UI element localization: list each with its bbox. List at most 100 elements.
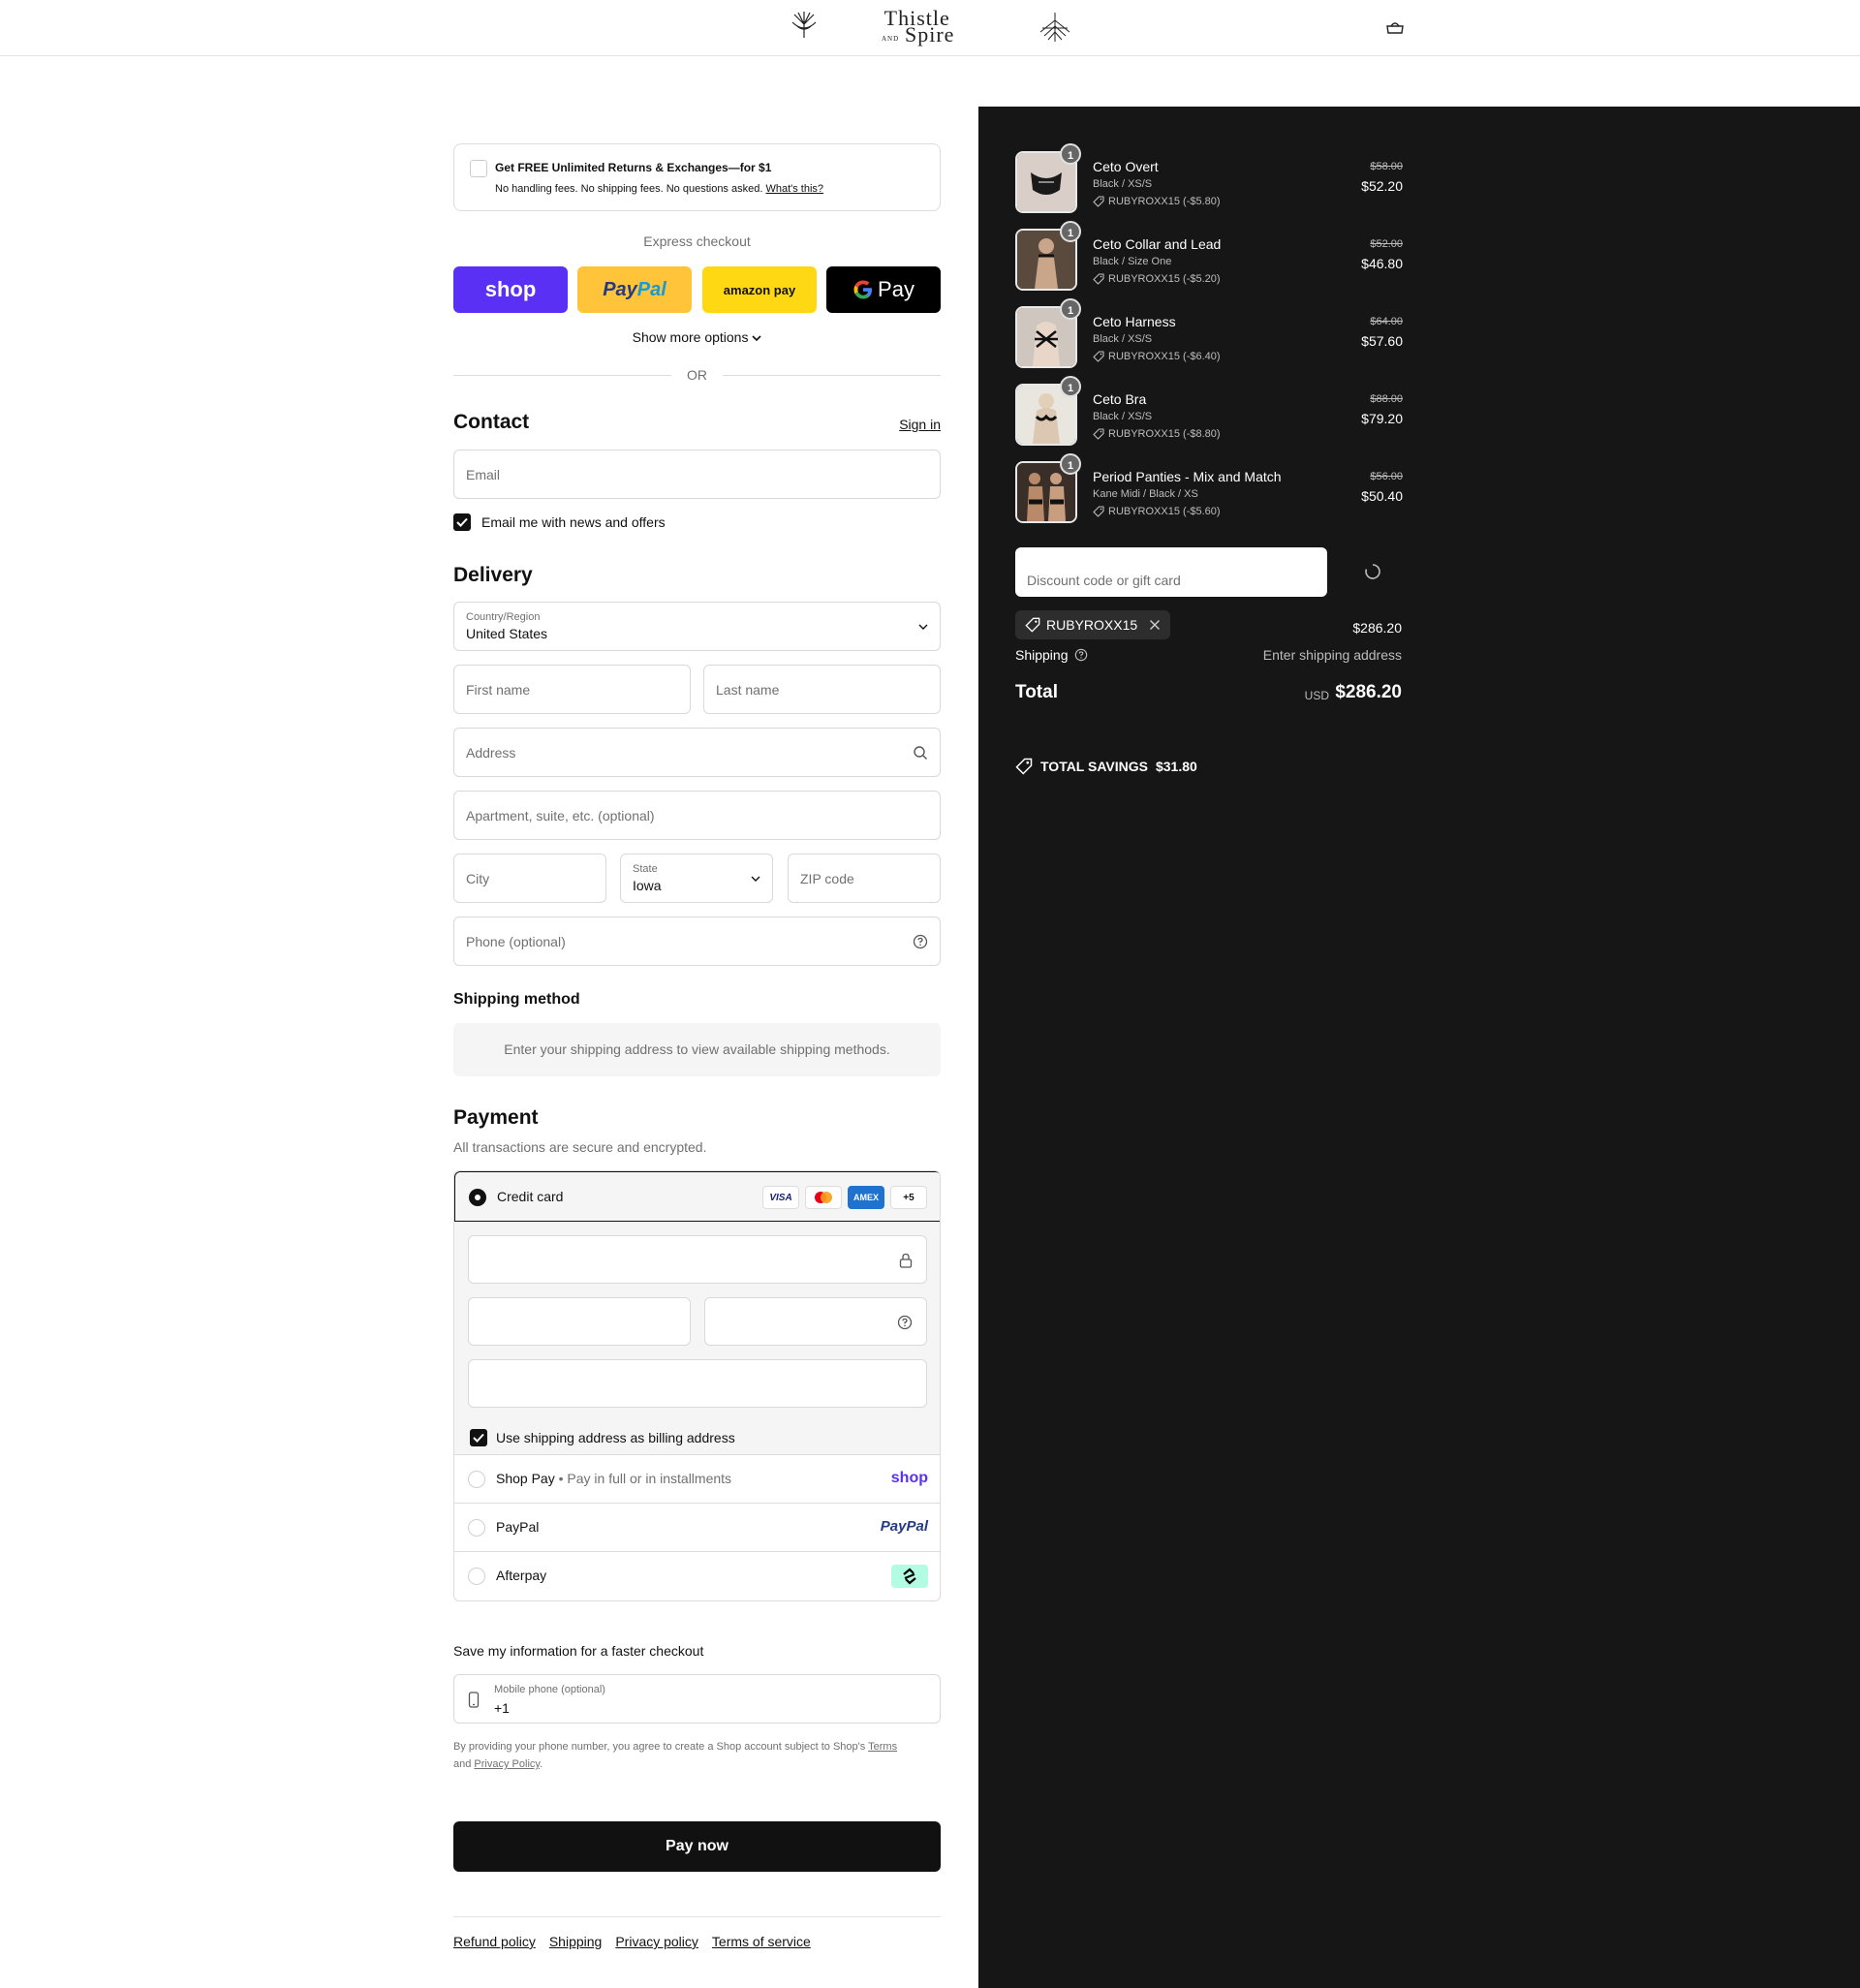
- product-variant: Black / XS/S: [1093, 333, 1153, 345]
- quantity-badge: 1: [1060, 376, 1081, 397]
- security-code-field[interactable]: [704, 1297, 927, 1346]
- discounted-price: $52.20: [1361, 178, 1403, 194]
- terms-link[interactable]: Terms: [868, 1741, 897, 1753]
- amex-label: AMEX: [852, 1193, 879, 1202]
- shop-pay-label: Shop Pay • Pay in full or in installment…: [496, 1471, 731, 1486]
- amazon-pay-express-button[interactable]: amazon pay: [702, 266, 817, 313]
- whats-this-link[interactable]: What's this?: [765, 183, 823, 195]
- paypal-logo: PayPal: [603, 279, 666, 301]
- total-savings-value: $31.80: [1155, 759, 1197, 774]
- show-more-options[interactable]: Show more options: [453, 329, 941, 345]
- total-label: Total: [1015, 682, 1058, 702]
- news-checkbox-label: Email me with news and offers: [481, 514, 666, 530]
- shipping-label: Shipping: [1015, 647, 1069, 663]
- mobile-phone-field[interactable]: Mobile phone (optional) +1: [453, 1674, 941, 1724]
- product-name: Ceto Bra: [1093, 391, 1147, 407]
- paypal-option[interactable]: PayPal PayPal: [454, 1504, 940, 1552]
- total-savings-label: TOTAL SAVINGS: [1040, 759, 1148, 774]
- discount-code-input[interactable]: [1015, 547, 1327, 597]
- help-circle-icon[interactable]: [897, 1315, 913, 1330]
- card-number-field[interactable]: [468, 1235, 927, 1284]
- billing-same-label: Use shipping address as billing address: [496, 1430, 735, 1445]
- afterpay-logo-icon: [891, 1565, 928, 1588]
- refund-policy-link[interactable]: Refund policy: [453, 1934, 536, 1949]
- shipping-method-message: Enter your shipping address to view avai…: [453, 1023, 941, 1076]
- first-name-field[interactable]: [453, 665, 691, 714]
- first-name-input[interactable]: [454, 666, 690, 713]
- last-name-field[interactable]: [703, 665, 941, 714]
- help-circle-icon[interactable]: [913, 934, 928, 949]
- tag-icon: [1093, 351, 1104, 362]
- state-label: State: [633, 863, 658, 875]
- apartment-input[interactable]: [454, 792, 940, 839]
- close-icon[interactable]: [1149, 619, 1161, 631]
- subtotal-value: $286.20: [1352, 620, 1402, 636]
- pay-now-button[interactable]: Pay now: [453, 1821, 941, 1872]
- delivery-heading: Delivery: [453, 564, 533, 586]
- cart-icon[interactable]: [1385, 19, 1405, 35]
- privacy-policy-link[interactable]: Privacy Policy: [474, 1758, 540, 1770]
- returns-checkbox[interactable]: [470, 160, 487, 177]
- country-value: United States: [466, 626, 548, 641]
- news-checkbox[interactable]: [453, 513, 471, 531]
- afterpay-option[interactable]: Afterpay: [454, 1552, 940, 1600]
- terms-of-service-link[interactable]: Terms of service: [712, 1934, 811, 1949]
- line-item: 1 Ceto Bra Black / XS/S RUBYROXX15 (-$8.…: [1015, 376, 1403, 446]
- google-pay-express-button[interactable]: Pay: [826, 266, 941, 313]
- country-label: Country/Region: [466, 611, 541, 623]
- line-item: 1 Ceto Collar and Lead Black / Size One …: [1015, 221, 1403, 291]
- or-divider: OR: [453, 366, 941, 386]
- zip-input[interactable]: [789, 854, 940, 902]
- phone-input[interactable]: [454, 917, 940, 965]
- zip-field[interactable]: [788, 854, 941, 903]
- thistle-ornament-icon: [791, 12, 817, 38]
- mobile-phone-icon: [468, 1692, 480, 1708]
- email-field[interactable]: [453, 450, 941, 499]
- privacy-policy-footer-link[interactable]: Privacy policy: [615, 1934, 698, 1949]
- brand-logo[interactable]: Thistle AND Spire: [785, 8, 1075, 47]
- paypal-express-button[interactable]: PayPal: [577, 266, 692, 313]
- chevron-down-icon: [918, 624, 928, 630]
- payment-subtitle: All transactions are secure and encrypte…: [453, 1139, 707, 1155]
- shop-pay-option[interactable]: Shop Pay • Pay in full or in installment…: [454, 1455, 940, 1504]
- name-on-card-field[interactable]: [468, 1359, 927, 1408]
- state-select[interactable]: State Iowa: [620, 854, 773, 903]
- country-select[interactable]: Country/Region United States: [453, 602, 941, 651]
- more-cards-badge: +5: [890, 1186, 927, 1209]
- email-input[interactable]: [454, 450, 940, 498]
- show-more-options-label: Show more options: [632, 329, 749, 345]
- credit-card-radio[interactable]: [469, 1189, 486, 1206]
- discounted-price: $50.40: [1361, 488, 1403, 504]
- returns-subtitle: No handling fees. No shipping fees. No q…: [495, 183, 823, 195]
- city-field[interactable]: [453, 854, 606, 903]
- credit-card-label: Credit card: [497, 1189, 564, 1204]
- line-item: 1 Ceto Overt Black / XS/S RUBYROXX15 (-$…: [1015, 143, 1403, 213]
- help-circle-icon[interactable]: [1074, 648, 1088, 662]
- discounted-price: $79.20: [1361, 411, 1403, 426]
- line-item: 1 Period Panties - Mix and Match Kane Mi…: [1015, 453, 1403, 523]
- google-g-icon: [853, 280, 873, 299]
- credit-card-option[interactable]: Credit card VISA AMEX +5: [454, 1171, 940, 1222]
- expiration-date-field[interactable]: [468, 1297, 691, 1346]
- billing-same-checkbox[interactable]: [470, 1429, 487, 1446]
- payment-heading: Payment: [453, 1106, 539, 1129]
- shop-pay-radio[interactable]: [468, 1471, 485, 1488]
- total-currency: USD: [1304, 689, 1329, 702]
- apartment-field[interactable]: [453, 791, 941, 840]
- visa-label: VISA: [769, 1192, 792, 1203]
- paypal-label: PayPal: [496, 1519, 540, 1535]
- shop-pay-express-button[interactable]: shop: [453, 266, 568, 313]
- paypal-radio[interactable]: [468, 1519, 485, 1537]
- last-name-input[interactable]: [704, 666, 940, 713]
- address-input[interactable]: [454, 729, 940, 776]
- tag-icon: [1093, 506, 1104, 517]
- afterpay-radio[interactable]: [468, 1568, 485, 1585]
- sign-in-link[interactable]: Sign in: [899, 417, 941, 432]
- card-logos: VISA AMEX +5: [762, 1186, 927, 1209]
- phone-field[interactable]: [453, 916, 941, 966]
- product-name: Period Panties - Mix and Match: [1093, 469, 1282, 484]
- shipping-link[interactable]: Shipping: [549, 1934, 603, 1949]
- product-discount: RUBYROXX15 (-$8.80): [1093, 428, 1221, 440]
- city-input[interactable]: [454, 854, 605, 902]
- address-field[interactable]: [453, 728, 941, 777]
